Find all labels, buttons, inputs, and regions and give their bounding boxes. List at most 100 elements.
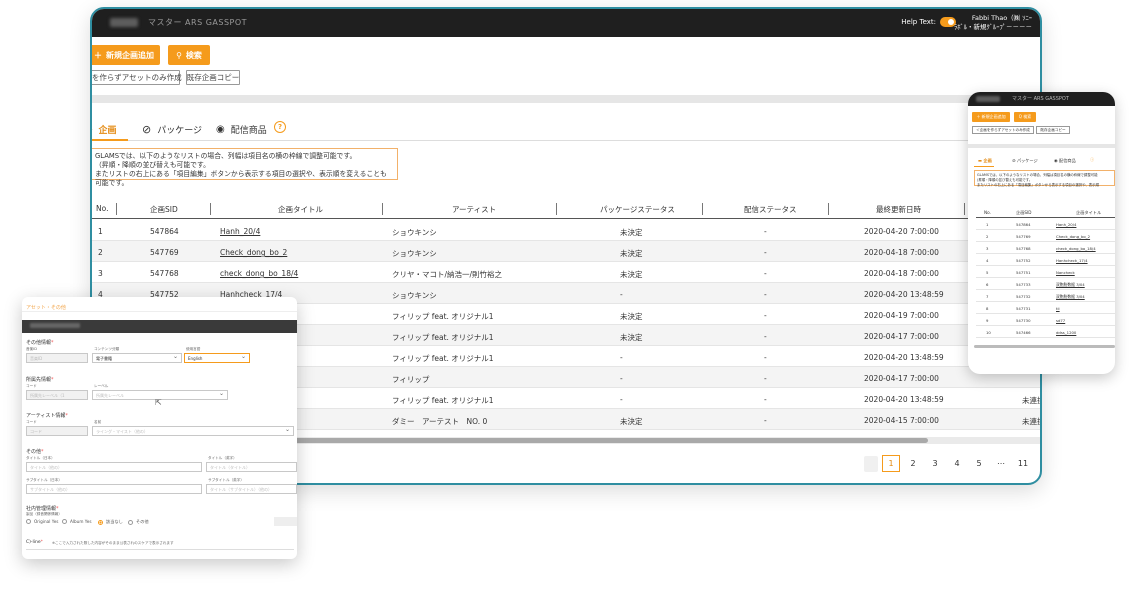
create-asset-only-button[interactable]: 画を作らずアセットのみ作成 [92,70,182,85]
section-title: その他情報 [26,340,52,346]
section-label-info: 所属先情報* [26,376,54,383]
mini-table-row[interactable]: 4 547752 Hanhcheck_17/4 [976,254,1115,266]
mini-cell-title[interactable]: 双胞胎数据 3/04 [1056,294,1085,300]
tab-distribution[interactable]: ◉ 配信商品 [216,123,267,136]
artist-select[interactable]: ライング・マイスト（他の） [92,426,294,436]
mini-help-icon[interactable]: ⓘ [1090,157,1094,163]
language-select[interactable]: English [184,353,250,363]
help-icon[interactable]: ? [274,121,286,133]
mini-tab-project[interactable]: ▬ 企画 [978,158,992,164]
mini-table-header: No. 企画SID 企画タイトル [976,206,1115,218]
column-resizer[interactable] [702,203,703,215]
mini-table-row[interactable]: 10 547466 ddss_1200 [976,326,1115,338]
mini-table-row[interactable]: 1 547864 Hanh_20/4 [976,218,1115,230]
cell-artist: フィリップ feat. オリジナル1 [392,333,494,342]
mini-cell-sid: 547731 [1016,306,1031,311]
cell-no: 2 [98,248,103,257]
mini-table-row[interactable]: 9 547730 sd77 [976,314,1115,326]
cell-title[interactable]: Check_dong_bo_2 [220,248,287,257]
prev-page-button[interactable] [864,455,878,472]
tab-package[interactable]: ⊘ パッケージ [142,123,202,136]
tab-project[interactable]: ▸ 企画 [92,123,117,137]
col-no[interactable]: No. [96,204,108,213]
col-package-status[interactable]: パッケージステータス [600,204,675,215]
title-en-input[interactable]: タイトル（タイトル） [206,462,297,472]
mini-cell-title[interactable]: Hanhcheck_17/4 [1056,258,1088,263]
mini-cell-title[interactable]: sd77 [1056,318,1065,323]
col-dist-status[interactable]: 配信ステータス [744,204,797,215]
cell-dist: - [764,311,767,320]
mini-cell-title[interactable]: 双胞胎数据 3/04 [1056,282,1085,288]
mini-table-row[interactable]: 5 547751 Nancheck [976,266,1115,278]
column-resizer[interactable] [828,203,829,215]
section-other-info: その他情報* [26,339,54,346]
col-title[interactable]: 企画タイトル [278,204,323,215]
mini-cell-no: 5 [986,270,989,275]
mini-table-row[interactable]: 8 547731 tii [976,302,1115,314]
cell-updated: 2020-04-17 7:00:00 [864,374,939,383]
column-resizer[interactable] [382,203,383,215]
page-4[interactable]: 4 [948,455,966,472]
copy-existing-button[interactable]: 既存企画コピー [186,70,240,85]
radio-album[interactable]: Album Yes [62,519,92,524]
user-menu[interactable]: Fabbi Thao（㈱ ｿﾆｰ ﾗﾎﾞﾙ・新規ｸﾞﾙｰﾌﾟ－－－－ [954,14,1032,32]
cell-no: 1 [98,227,103,236]
cell-pkg: 未決定 [620,312,643,321]
mini-tab-distribution[interactable]: ◉ 配信商品 [1054,158,1076,164]
mini-table-row[interactable]: 6 547733 双胞胎数据 3/04 [976,278,1115,290]
mini-search-button[interactable]: Q 検索 [1014,112,1036,122]
table-row[interactable]: 2 547769 Check_dong_bo_2 ショウキンシ 未決定 - 2020-04-… [92,241,1040,262]
table-header: No. 企画SID 企画タイトル アーティスト パッケージステータス 配信ステー… [92,199,1040,219]
column-resizer[interactable] [116,203,117,215]
subtitle-en-input[interactable]: タイトル（サブタイトル）（他の） [206,484,297,494]
mini-new-project-button[interactable]: ＋ 新規企画追加 [972,112,1010,122]
mini-cell-title[interactable]: Nancheck [1056,270,1075,275]
active-tab-indicator [92,139,128,141]
cell-extra: 未連携 [1022,396,1040,405]
mini-table-row[interactable]: 7 547732 双胞胎数据 3/04 [976,290,1115,302]
page-5[interactable]: 5 [970,455,988,472]
mini-divider [968,144,1115,148]
table-row[interactable]: 3 547768 check_dong_bo_18/4 クリヤ・マコト/納浩一/則竹裕… [92,262,1040,283]
column-resizer[interactable] [556,203,557,215]
mini-tab-package[interactable]: ⊘ パッケージ [1012,158,1038,164]
radio-other[interactable]: その他 [128,519,149,525]
mini-cell-title[interactable]: ddss_1200 [1056,330,1076,335]
section-title: 所属先情報 [26,377,52,383]
mini-col-sid[interactable]: 企画SID [1016,210,1032,216]
title-ja-input[interactable]: タイトル（他の） [26,462,202,472]
cell-title[interactable]: Hanh_20/4 [220,227,260,236]
search-button[interactable]: ⚲ 検索 [168,45,210,65]
page-2[interactable]: 2 [904,455,922,472]
page-1[interactable]: 1 [882,455,900,472]
col-sid[interactable]: 企画SID [150,204,178,215]
user-name: Fabbi Thao（㈱ ｿﾆｰ [971,14,1032,22]
new-project-button[interactable]: ＋ 新規企画追加 [92,45,160,65]
col-updated[interactable]: 最終更新日時 [876,204,921,215]
mini-copy-button[interactable]: 既存企画コピー [1036,126,1070,134]
mini-col-no[interactable]: No. [984,210,991,215]
column-resizer[interactable] [964,203,965,215]
page-3[interactable]: 3 [926,455,944,472]
radio-none[interactable]: 該当なし [98,519,123,525]
mini-col-title[interactable]: 企画タイトル [1076,210,1101,216]
page-11[interactable]: 11 [1014,455,1032,472]
mini-table-row[interactable]: 2 547769 Check_dong_bo_2 [976,230,1115,242]
artist-name-label: 名前 [94,420,102,424]
cell-title[interactable]: check_dong_bo_18/4 [220,269,298,278]
content-type-select[interactable]: 電子書籍 [92,353,182,363]
mini-cell-title[interactable]: Check_dong_bo_2 [1056,234,1090,239]
mini-notice-box: GLAMSでは、以下のようなリストの場合、列幅は項目名の横の枠線で調整可能 (昇… [974,170,1115,187]
col-artist[interactable]: アーティスト [452,204,496,215]
subtitle-ja-input[interactable]: サブタイトル（他の） [26,484,202,494]
mini-asset-only-button[interactable]: ＜企画を作らずアセットのみ作成 [972,126,1034,134]
mini-cell-title[interactable]: Hanh_20/4 [1056,222,1076,227]
mini-cell-title[interactable]: check_dong_bo_18/4 [1056,246,1096,251]
column-resizer[interactable] [210,203,211,215]
mini-table-row[interactable]: 3 547768 check_dong_bo_18/4 [976,242,1115,254]
extra-field[interactable] [274,517,297,526]
radio-original[interactable]: Original Yes [26,519,58,524]
table-row[interactable]: 1 547864 Hanh_20/4 ショウキンシ 未決定 - 2020-04-20 7:0… [92,220,1040,241]
mini-cell-title[interactable]: tii [1056,306,1060,311]
mini-scrollbar[interactable] [974,345,1115,348]
